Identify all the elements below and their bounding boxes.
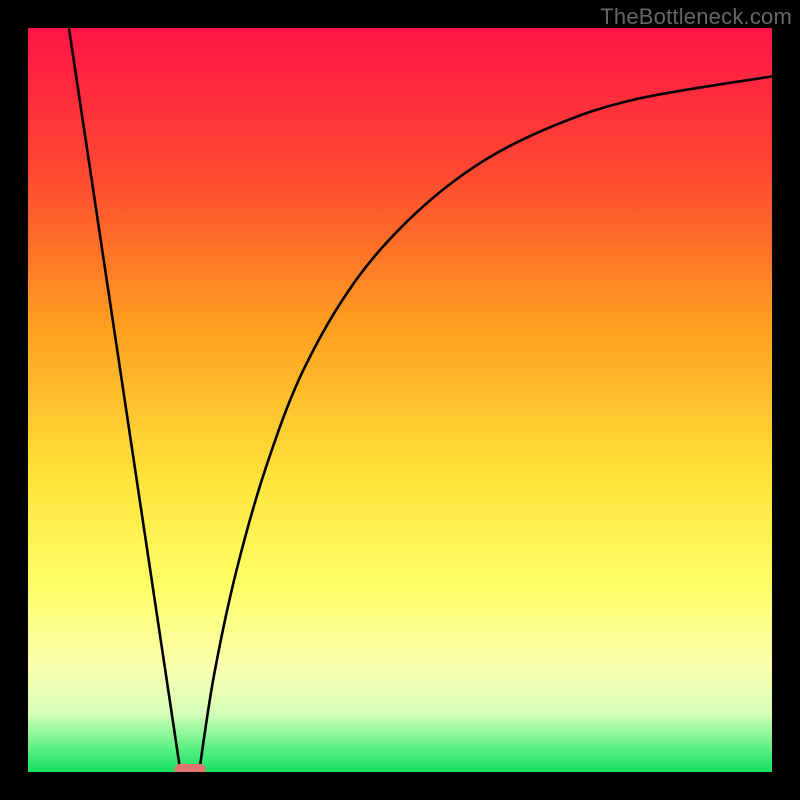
chart-svg: [28, 28, 772, 772]
gradient-background: [28, 28, 772, 772]
chart-plot-area: [28, 28, 772, 772]
bottleneck-marker: [175, 764, 206, 772]
chart-frame: TheBottleneck.com: [0, 0, 800, 800]
watermark-text: TheBottleneck.com: [600, 4, 792, 30]
